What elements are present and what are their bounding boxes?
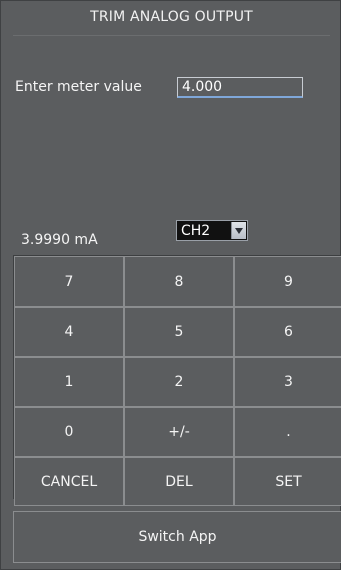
key-1[interactable]: 1 [14,357,124,407]
key-3[interactable]: 3 [234,357,341,407]
key-2[interactable]: 2 [124,357,234,407]
set-button[interactable]: SET [234,457,341,506]
trim-analog-output-screen: TRIM ANALOG OUTPUT Enter meter value 4.0… [0,0,341,570]
channel-select[interactable]: CH2 [176,220,248,241]
key-6[interactable]: 6 [234,307,341,357]
key-4[interactable]: 4 [14,307,124,357]
key-9[interactable]: 9 [234,256,341,307]
meter-value-label: Enter meter value [15,79,142,95]
numeric-keypad: 7 8 9 4 5 6 1 2 3 0 +/-. CANCEL DEL SET [13,255,341,506]
key-0[interactable]: 0 [14,407,124,457]
switch-app-button[interactable]: Switch App [13,511,341,563]
current-readout: 3.9990 mA [21,232,98,248]
title-divider [13,35,330,36]
chevron-down-icon[interactable] [231,222,246,239]
page-title: TRIM ANALOG OUTPUT [90,9,253,25]
key-8[interactable]: 8 [124,256,234,307]
key-plus-minus[interactable]: +/- [124,407,234,457]
channel-select-value: CH2 [181,222,211,239]
key-7[interactable]: 7 [14,256,124,307]
delete-button[interactable]: DEL [124,457,234,506]
key-decimal-point[interactable]: . [234,407,341,457]
key-5[interactable]: 5 [124,307,234,357]
cancel-button[interactable]: CANCEL [14,457,124,506]
meter-value-input[interactable]: 4.000 [177,77,303,98]
